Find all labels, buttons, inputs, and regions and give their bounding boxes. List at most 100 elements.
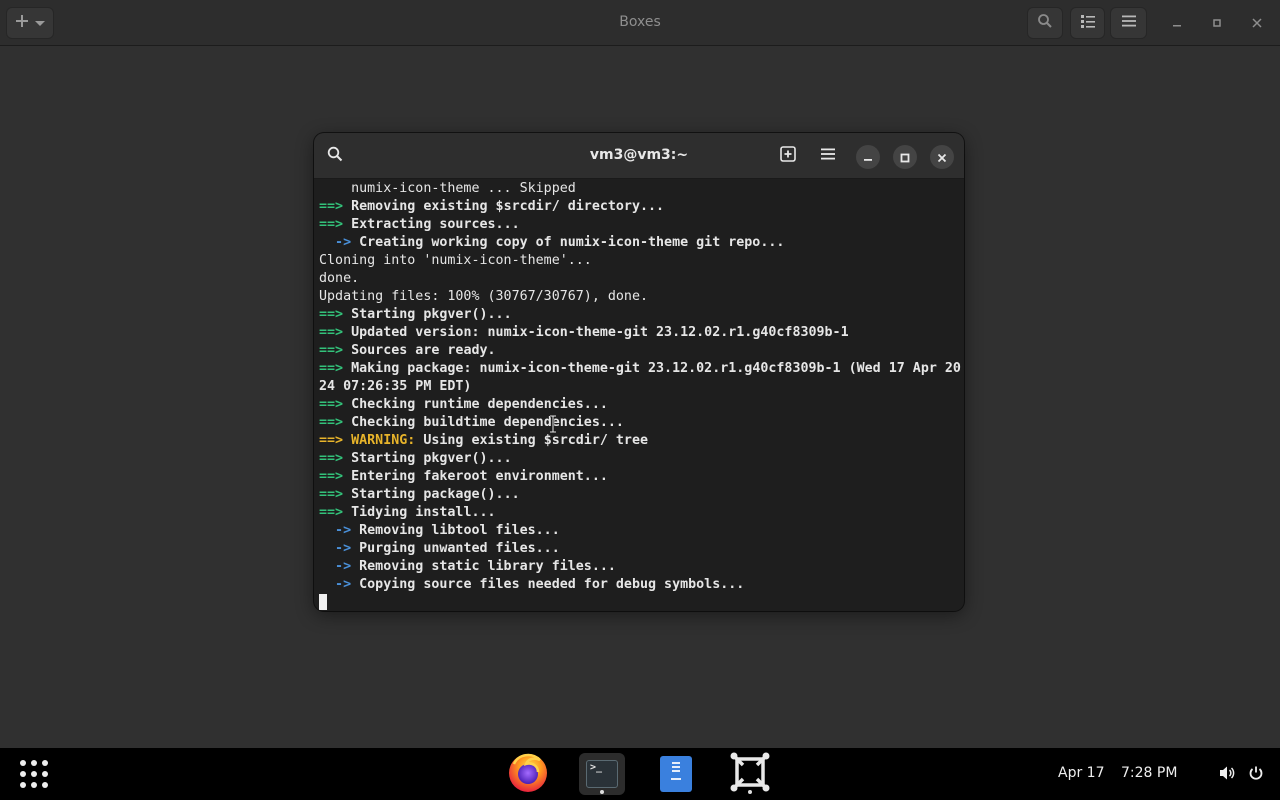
hamburger-menu-icon bbox=[1121, 13, 1137, 33]
search-button[interactable] bbox=[1027, 7, 1063, 39]
terminal-text: -> bbox=[319, 235, 360, 250]
clock-date[interactable]: Apr 17 bbox=[1058, 765, 1104, 781]
new-tab-button[interactable] bbox=[777, 145, 799, 167]
view-toggle-button[interactable] bbox=[1070, 7, 1105, 39]
clock-time[interactable]: 7:28 PM bbox=[1121, 765, 1177, 781]
terminal-text: Tidying install... bbox=[351, 505, 496, 520]
terminal-line: ==> Starting package()... bbox=[319, 486, 963, 504]
taskbar: >_ Apr 17 7:28 PM bbox=[0, 748, 1280, 800]
terminal-line: ==> Extracting sources... bbox=[319, 216, 963, 234]
close-icon bbox=[1251, 14, 1263, 33]
terminal-line: -> Copying source files needed for debug… bbox=[319, 576, 963, 594]
terminal-text: -> bbox=[319, 523, 360, 538]
minimize-icon bbox=[863, 148, 873, 167]
terminal-text: ==> bbox=[319, 415, 352, 430]
terminal-search-button[interactable] bbox=[324, 145, 346, 167]
terminal-text: WARNING: bbox=[351, 433, 424, 448]
terminal-menu-button[interactable] bbox=[817, 145, 839, 167]
volume-icon[interactable] bbox=[1217, 763, 1237, 783]
terminal-text: Purging unwanted files... bbox=[359, 541, 560, 556]
terminal-line: ==> Making package: numix-icon-theme-git… bbox=[319, 360, 963, 378]
maximize-icon bbox=[1211, 14, 1223, 33]
maximize-icon bbox=[900, 148, 910, 167]
terminal-line: ==> Starting pkgver()... bbox=[319, 306, 963, 324]
terminal-text: ==> bbox=[319, 343, 352, 358]
terminal-text: ==> bbox=[319, 397, 352, 412]
terminal-text: Entering fakeroot environment... bbox=[351, 469, 608, 484]
text-cursor-icon bbox=[549, 414, 557, 434]
terminal-line: ==> Updated version: numix-icon-theme-gi… bbox=[319, 324, 963, 342]
dock-boxes[interactable] bbox=[727, 752, 773, 795]
terminal-line: ==> Removing existing $srcdir/ directory… bbox=[319, 198, 963, 216]
terminal-text: ==> bbox=[319, 199, 352, 214]
terminal-line: Cloning into 'numix-icon-theme'... bbox=[319, 252, 963, 270]
new-tab-icon bbox=[780, 146, 796, 166]
terminal-minimize-button[interactable] bbox=[856, 145, 880, 169]
terminal-output[interactable]: numix-icon-theme ... Skipped ==> Removing… bbox=[319, 180, 963, 610]
terminal-cursor bbox=[319, 594, 327, 610]
terminal-text: Copying source files needed for debug sy… bbox=[359, 577, 745, 592]
boxes-header-bar: Boxes bbox=[0, 0, 1280, 46]
dock-terminal[interactable]: >_ bbox=[579, 753, 625, 795]
terminal-maximize-button[interactable] bbox=[893, 145, 917, 169]
new-box-button[interactable] bbox=[6, 7, 54, 39]
terminal-title: vm3@vm3:~ bbox=[589, 147, 689, 163]
search-icon bbox=[1037, 13, 1053, 33]
terminal-line: ==> Sources are ready. bbox=[319, 342, 963, 360]
terminal-text: Starting pkgver()... bbox=[351, 451, 512, 466]
terminal-text: Updating files: 100% (30767/30767), done… bbox=[319, 289, 648, 304]
terminal-text: Updated version: numix-icon-theme-git 23… bbox=[351, 325, 849, 340]
terminal-text: ==> bbox=[319, 451, 352, 466]
chevron-down-icon bbox=[34, 14, 46, 33]
terminal-line: 24 07:26:35 PM EDT) bbox=[319, 378, 963, 396]
main-menu-button[interactable] bbox=[1110, 7, 1147, 39]
terminal-text: Making package: numix-icon-theme-git 23.… bbox=[351, 361, 961, 376]
terminal-line: -> Purging unwanted files... bbox=[319, 540, 963, 558]
terminal-line: done. bbox=[319, 270, 963, 288]
terminal-line: ==> Checking runtime dependencies... bbox=[319, 396, 963, 414]
terminal-line: ==> Entering fakeroot environment... bbox=[319, 468, 963, 486]
maximize-button[interactable] bbox=[1207, 13, 1227, 33]
terminal-line: ==> Starting pkgver()... bbox=[319, 450, 963, 468]
terminal-text: -> bbox=[319, 559, 360, 574]
files-icon bbox=[660, 756, 692, 792]
app-grid-icon[interactable] bbox=[20, 760, 48, 788]
terminal-text: 24 07:26:35 PM EDT) bbox=[319, 379, 472, 394]
dock-files[interactable] bbox=[653, 753, 699, 795]
terminal-text: Removing libtool files... bbox=[359, 523, 560, 538]
terminal-text: Creating working copy of numix-icon-them… bbox=[359, 235, 785, 250]
terminal-text: Using existing $srcdir/ tree bbox=[423, 433, 649, 448]
terminal-line: ==> WARNING: Using existing $srcdir/ tre… bbox=[319, 432, 963, 450]
power-icon[interactable] bbox=[1246, 763, 1266, 783]
firefox-icon bbox=[506, 750, 550, 798]
terminal-text: Sources are ready. bbox=[351, 343, 496, 358]
minimize-button[interactable] bbox=[1167, 13, 1187, 33]
terminal-line: -> Removing static library files... bbox=[319, 558, 963, 576]
terminal-close-button[interactable] bbox=[930, 145, 954, 169]
terminal-window[interactable]: vm3@vm3:~ numix-icon-theme ... Skipped =… bbox=[314, 133, 964, 611]
terminal-line: Updating files: 100% (30767/30767), done… bbox=[319, 288, 963, 306]
terminal-text: Cloning into 'numix-icon-theme'... bbox=[319, 253, 592, 268]
terminal-text: ==> bbox=[319, 487, 352, 502]
terminal-text: Removing static library files... bbox=[359, 559, 616, 574]
dock-firefox[interactable] bbox=[505, 753, 551, 795]
terminal-header-bar: vm3@vm3:~ bbox=[314, 133, 964, 179]
terminal-line: -> Removing libtool files... bbox=[319, 522, 963, 540]
terminal-text: Starting package()... bbox=[351, 487, 520, 502]
terminal-text: ==> bbox=[319, 361, 352, 376]
close-button[interactable] bbox=[1247, 13, 1267, 33]
terminal-line: ==> Checking buildtime dependencies... bbox=[319, 414, 963, 432]
terminal-text: Checking runtime dependencies... bbox=[351, 397, 608, 412]
terminal-text: done. bbox=[319, 271, 360, 286]
terminal-line: numix-icon-theme ... Skipped bbox=[319, 180, 963, 198]
terminal-text: ==> bbox=[319, 307, 352, 322]
terminal-text: ==> bbox=[319, 217, 352, 232]
search-icon bbox=[327, 146, 343, 166]
terminal-text: ==> bbox=[319, 433, 352, 448]
terminal-text: Checking buildtime dependencies... bbox=[351, 415, 624, 430]
terminal-line: -> Creating working copy of numix-icon-t… bbox=[319, 234, 963, 252]
terminal-text: -> bbox=[319, 577, 360, 592]
hamburger-menu-icon bbox=[820, 146, 836, 166]
terminal-text: Extracting sources... bbox=[351, 217, 520, 232]
running-indicator bbox=[600, 790, 604, 794]
